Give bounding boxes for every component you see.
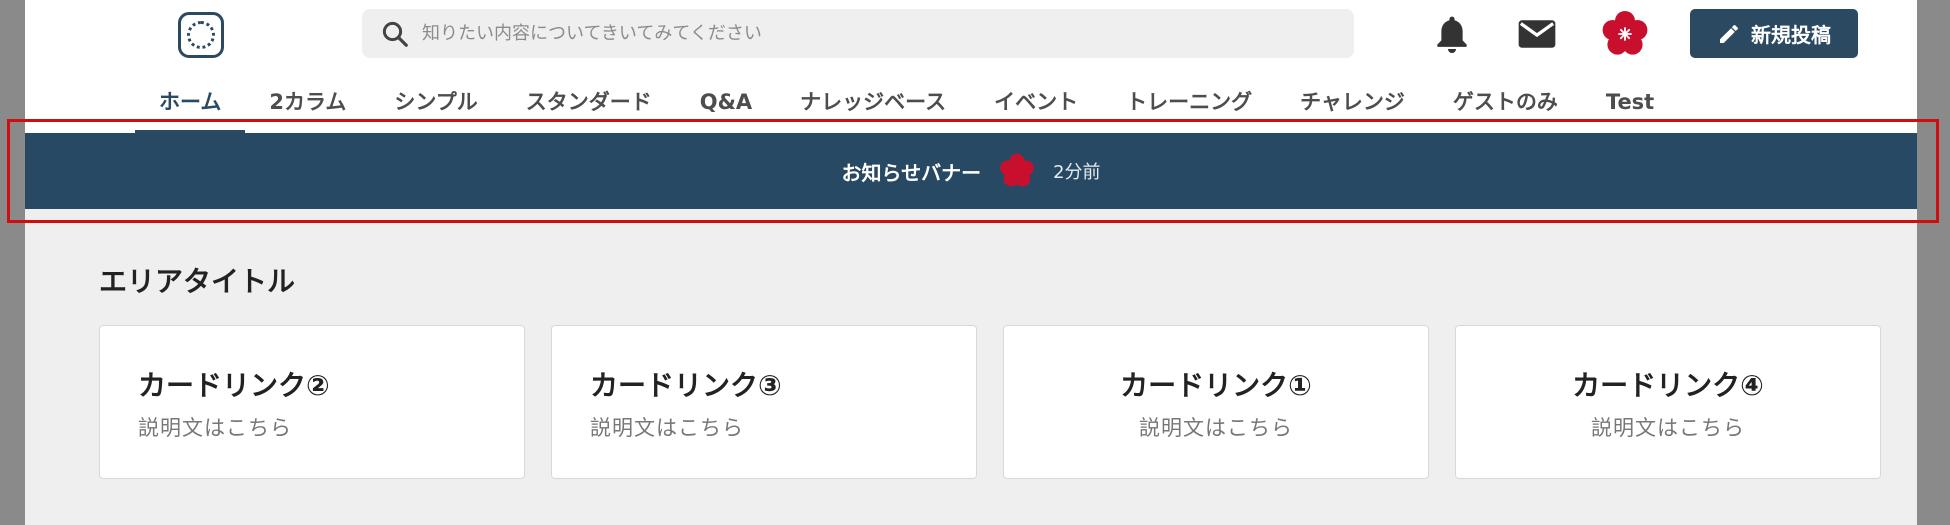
top-header: 新規投稿 ホーム 2カラム シンプル スタンダード Q&A ナレッジベース イベ… xyxy=(25,0,1917,133)
card-link[interactable]: カードリンク③ 説明文はこちら xyxy=(551,325,977,479)
card-link[interactable]: カードリンク① 説明文はこちら xyxy=(1003,325,1429,479)
area-title: エリアタイトル xyxy=(99,265,296,298)
banner-timestamp: 2分前 xyxy=(1053,162,1101,183)
search-icon xyxy=(382,21,408,47)
card-description: 説明文はこちら xyxy=(138,416,292,440)
bell-icon[interactable] xyxy=(1430,12,1474,56)
tab-qa[interactable]: Q&A xyxy=(676,84,776,133)
search-input[interactable] xyxy=(422,9,1342,58)
card-description: 説明文はこちら xyxy=(1139,416,1293,440)
main-nav-tabs: ホーム 2カラム シンプル スタンダード Q&A ナレッジベース イベント トレ… xyxy=(135,84,1678,133)
tab-test[interactable]: Test xyxy=(1582,84,1678,133)
card-description: 説明文はこちら xyxy=(1591,416,1745,440)
announcement-banner[interactable]: お知らせバナー 2分前 xyxy=(25,133,1917,209)
pencil-icon xyxy=(1720,24,1738,43)
page-frame: 新規投稿 ホーム 2カラム シンプル スタンダード Q&A ナレッジベース イベ… xyxy=(25,0,1917,525)
tab-knowledge-base[interactable]: ナレッジベース xyxy=(776,84,970,133)
tab-challenge[interactable]: チャレンジ xyxy=(1276,84,1429,133)
card-title: カードリンク① xyxy=(1120,369,1312,402)
card-title: カードリンク② xyxy=(138,369,330,402)
flower-icon xyxy=(1000,153,1034,187)
tab-event[interactable]: イベント xyxy=(970,84,1102,133)
card-description: 説明文はこちら xyxy=(590,416,744,440)
tab-simple[interactable]: シンプル xyxy=(370,84,501,133)
card-link[interactable]: カードリンク② 説明文はこちら xyxy=(99,325,525,479)
avatar-flower-icon[interactable] xyxy=(1601,10,1649,58)
card-link[interactable]: カードリンク④ 説明文はこちら xyxy=(1455,325,1881,479)
logo-icon[interactable] xyxy=(178,12,224,58)
search-bar[interactable] xyxy=(362,9,1354,58)
tab-guest-only[interactable]: ゲストのみ xyxy=(1429,84,1582,133)
new-post-button[interactable]: 新規投稿 xyxy=(1690,9,1858,58)
card-title: カードリンク④ xyxy=(1572,369,1764,402)
banner-text: お知らせバナー xyxy=(841,160,982,185)
card-title: カードリンク③ xyxy=(590,369,782,402)
new-post-label: 新規投稿 xyxy=(1751,23,1831,47)
tab-home[interactable]: ホーム xyxy=(135,84,246,133)
tab-training[interactable]: トレーニング xyxy=(1102,84,1276,133)
tab-2column[interactable]: 2カラム xyxy=(245,84,370,133)
mail-icon[interactable] xyxy=(1515,12,1559,56)
tab-standard[interactable]: スタンダード xyxy=(502,84,676,133)
